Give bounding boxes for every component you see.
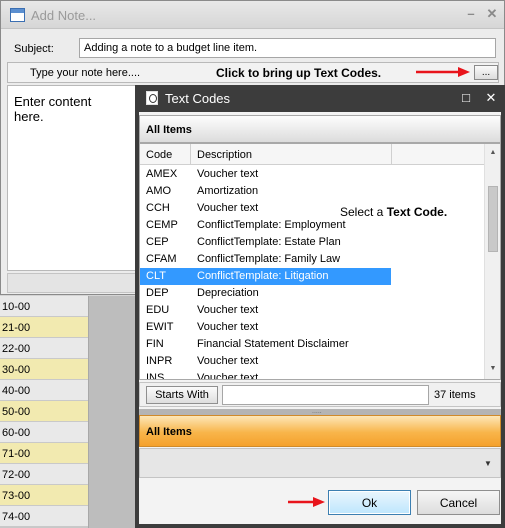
item-count: 37 items [434, 389, 476, 401]
filter-input[interactable] [222, 385, 429, 405]
table-row[interactable]: CLT ConflictTemplate: Litigation [140, 268, 391, 285]
group-selector[interactable]: ▼ [139, 448, 501, 478]
maximize-icon[interactable]: □ [458, 90, 474, 106]
table-row[interactable]: INPR Voucher text [140, 353, 391, 370]
cell-code: AMEX [146, 168, 178, 180]
text-codes-grid: Code Description AMEX Voucher text AMO Amor… [139, 143, 501, 380]
text-codes-callout: Click to bring up Text Codes. [216, 66, 382, 80]
table-row[interactable]: FIN Financial Statement Disclaimer [140, 336, 391, 353]
cell-description: Voucher text [197, 372, 259, 380]
column-header-code[interactable]: Code [140, 144, 191, 165]
background-row: 71-00 [0, 443, 88, 464]
table-row[interactable]: EWIT Voucher text [140, 319, 391, 336]
cell-description: Voucher text [197, 304, 259, 316]
callout-prefix: Select a [340, 205, 387, 219]
cell-description: Voucher text [197, 355, 259, 367]
table-row[interactable]: AMEX Voucher text [140, 166, 391, 183]
subject-label: Subject: [14, 43, 54, 55]
background-row: 60-00 [0, 422, 88, 443]
ok-button[interactable]: Ok [328, 490, 411, 515]
vertical-scrollbar[interactable]: ▲ ▼ [484, 144, 500, 379]
text-codes-dialog: Text Codes □ ✕ All Items Code Descriptio… [135, 85, 505, 528]
background-row: 40-00 [0, 380, 88, 401]
chevron-down-icon[interactable]: ▼ [484, 459, 492, 468]
note-editor[interactable]: Enter content here. [7, 85, 137, 271]
starts-with-button[interactable]: Starts With [146, 386, 218, 404]
cell-code: INS [146, 372, 165, 380]
cell-description: ConflictTemplate: Employment [197, 219, 346, 231]
cell-description: ConflictTemplate: Estate Plan [197, 236, 341, 248]
table-row[interactable]: AMO Amortization [140, 183, 391, 200]
window-app-icon [10, 8, 25, 22]
cell-description: ConflictTemplate: Litigation [197, 270, 329, 282]
text-codes-body: All Items Code Description AMEX Voucher t… [139, 112, 501, 524]
search-document-icon [146, 91, 158, 105]
scroll-up-icon[interactable]: ▲ [485, 146, 500, 160]
cell-code: FIN [146, 338, 164, 350]
table-row[interactable]: CFAM ConflictTemplate: Family Law [140, 251, 391, 268]
table-row[interactable]: INS Voucher text [140, 370, 391, 380]
group-header-label: All Items [146, 426, 192, 438]
cell-description: Financial Statement Disclaimer [197, 338, 349, 350]
text-codes-titlebar[interactable]: Text Codes □ ✕ [135, 85, 505, 112]
cell-code: CLT [146, 270, 166, 282]
background-row: 22-00 [0, 338, 88, 359]
annotation-arrow-icon [416, 67, 470, 77]
close-icon[interactable]: ✕ [484, 6, 500, 22]
cell-code: CEMP [146, 219, 178, 231]
background-row: 30-00 [0, 359, 88, 380]
text-codes-button[interactable]: ... [474, 65, 498, 80]
table-row[interactable]: CEP ConflictTemplate: Estate Plan [140, 234, 391, 251]
background-row: 72-00 [0, 464, 88, 485]
grid-header: Code Description [140, 144, 484, 165]
callout-emphasis: Text Code. [386, 205, 448, 219]
cell-code: DEP [146, 287, 169, 299]
all-items-label: All Items [146, 124, 192, 136]
cell-code: EDU [146, 304, 170, 316]
background-grid: 10-00 21-00 22-00 30-00 40-00 50-00 60-00 71-00… [0, 296, 135, 528]
note-hint: Type your note here.... [30, 67, 141, 79]
scroll-thumb[interactable] [488, 186, 498, 252]
scroll-down-icon[interactable]: ▼ [485, 362, 500, 376]
note-toolbar: Type your note here.... Click to bring u… [7, 62, 499, 83]
cell-description: ConflictTemplate: Family Law [197, 253, 341, 265]
table-row[interactable]: DEP Depreciation [140, 285, 391, 302]
filter-bar: Starts With 37 items [139, 382, 501, 407]
cell-description: Voucher text [197, 168, 259, 180]
background-column [88, 296, 135, 528]
note-placeholder: Enter content here. [14, 94, 92, 124]
column-header-description[interactable]: Description [191, 144, 392, 165]
background-row: 10-00 [0, 296, 88, 317]
background-row: 50-00 [0, 401, 88, 422]
add-note-title: Add Note... [31, 8, 97, 23]
cell-description: Voucher text [197, 321, 259, 333]
background-row: 74-00 [0, 506, 88, 527]
cell-code: AMO [146, 185, 172, 197]
select-text-code-callout: Select a Text Code. [340, 205, 447, 219]
minimize-icon[interactable]: – [463, 6, 479, 22]
cell-description: Voucher text [197, 202, 259, 214]
cell-code: CFAM [146, 253, 177, 265]
annotation-arrow-icon [288, 497, 325, 507]
background-row: 21-00 [0, 317, 88, 338]
group-header: All Items [139, 415, 501, 447]
cell-description: Depreciation [197, 287, 259, 299]
note-status-bar [7, 273, 137, 293]
all-items-header: All Items [139, 115, 501, 143]
table-row[interactable]: CEMP ConflictTemplate: Employment [140, 217, 391, 234]
cell-code: INPR [146, 355, 173, 367]
subject-input[interactable]: Adding a note to a budget line item. [79, 38, 496, 58]
cell-code: CEP [146, 236, 169, 248]
text-codes-title: Text Codes [165, 91, 231, 106]
cell-description: Amortization [197, 185, 259, 197]
background-row: 73-00 [0, 485, 88, 506]
cell-code: EWIT [146, 321, 174, 333]
cancel-button[interactable]: Cancel [417, 490, 500, 515]
close-icon[interactable]: ✕ [483, 90, 499, 106]
add-note-titlebar[interactable]: Add Note... – ✕ [1, 1, 504, 29]
cell-code: CCH [146, 202, 170, 214]
table-row[interactable]: EDU Voucher text [140, 302, 391, 319]
